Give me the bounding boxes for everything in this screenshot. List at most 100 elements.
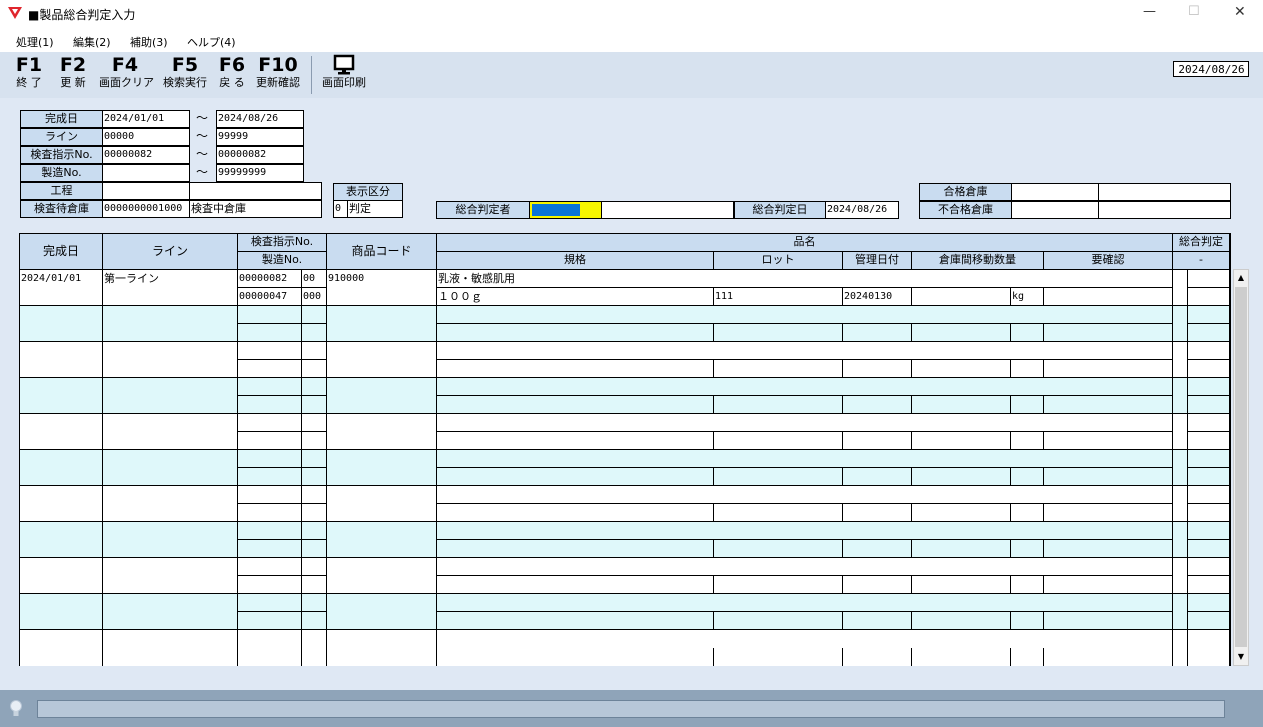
cell-judgment-a[interactable] [1188,306,1230,324]
cell-needs-check[interactable] [1044,576,1173,594]
cell-manufacture-no[interactable] [238,468,302,486]
cell-product-code[interactable] [327,450,437,486]
cell-product-name[interactable] [437,306,1173,324]
cell-qty[interactable] [912,360,1011,378]
cell-unit[interactable] [1011,360,1044,378]
cell-manufacture-no[interactable] [238,504,302,522]
cell-completion-date[interactable] [20,342,103,378]
cell-inspection-no[interactable] [238,342,302,360]
cell-judgment-b[interactable] [1188,360,1230,378]
cell-judgment-b[interactable] [1188,396,1230,414]
cell-manufacture-seq[interactable] [302,648,327,666]
cell-lot[interactable]: 111 [714,288,843,306]
cell-mgmt-date[interactable] [843,396,912,414]
cell-product-code[interactable] [327,342,437,378]
scroll-down-arrow-icon[interactable]: ▼ [1234,649,1248,665]
cell-unit[interactable] [1011,432,1044,450]
cell-unit[interactable] [1011,648,1044,666]
cell-lot[interactable] [714,432,843,450]
cell-spec[interactable] [437,324,714,342]
cell-judgment[interactable] [1173,522,1188,558]
cell-qty[interactable] [912,288,1011,306]
menu-edit[interactable]: 編集(2) [73,34,111,50]
cell-spec[interactable] [437,540,714,558]
cell-completion-date[interactable] [20,522,103,558]
cell-judgment[interactable] [1173,342,1188,378]
cell-manufacture-no[interactable] [238,612,302,630]
cell-spec[interactable] [437,612,714,630]
cell-unit[interactable] [1011,504,1044,522]
close-button[interactable]: ✕ [1234,4,1246,20]
cell-manufacture-seq[interactable] [302,540,327,558]
cell-judgment-a[interactable] [1188,522,1230,540]
cell-manufacture-seq[interactable] [302,360,327,378]
cell-judgment-a[interactable] [1188,594,1230,612]
menu-assist[interactable]: 補助(3) [130,34,168,50]
f4-clear-button[interactable]: F4 画面クリア [99,54,154,90]
cell-line[interactable] [103,306,238,342]
scroll-thumb[interactable] [1235,287,1247,647]
cell-manufacture-no[interactable] [238,576,302,594]
cell-judgment-b[interactable] [1188,468,1230,486]
cell-unit[interactable]: kg [1011,288,1044,306]
cell-qty[interactable] [912,648,1011,666]
cell-spec[interactable] [437,468,714,486]
cell-line[interactable] [103,522,238,558]
cell-lot[interactable] [714,540,843,558]
cell-inspection-no[interactable] [238,450,302,468]
vertical-scrollbar[interactable]: ▲ ▼ [1233,269,1249,666]
cell-line[interactable] [103,594,238,630]
inspection-no-to-input[interactable]: 00000082 [216,146,304,164]
cell-inspection-no[interactable] [238,522,302,540]
cell-product-name[interactable] [437,522,1173,540]
cell-product-code[interactable] [327,306,437,342]
table-row[interactable] [20,450,1230,486]
cell-mgmt-date[interactable] [843,324,912,342]
pass-warehouse-code-input[interactable] [1011,183,1099,201]
cell-inspection-seq[interactable] [302,414,327,432]
cell-spec[interactable] [437,396,714,414]
cell-judgment-a[interactable] [1188,414,1230,432]
cell-mgmt-date[interactable] [843,540,912,558]
cell-product-name[interactable] [437,342,1173,360]
cell-needs-check[interactable] [1044,612,1173,630]
cell-product-name[interactable] [437,630,1173,648]
cell-product-name[interactable] [437,378,1173,396]
cell-completion-date[interactable] [20,306,103,342]
inspection-no-from-input[interactable]: 00000082 [102,146,190,164]
cell-product-name[interactable] [437,450,1173,468]
cell-mgmt-date[interactable] [843,648,912,666]
cell-manufacture-no[interactable] [238,648,302,666]
cell-spec[interactable] [437,648,714,666]
cell-line[interactable] [103,450,238,486]
f5-search-button[interactable]: F5 検索実行 [160,54,210,90]
table-row[interactable] [20,414,1230,450]
cell-line[interactable] [103,342,238,378]
cell-judgment[interactable] [1173,630,1188,666]
cell-lot[interactable] [714,360,843,378]
minimize-button[interactable]: — [1143,4,1156,19]
cell-completion-date[interactable] [20,378,103,414]
table-row[interactable] [20,486,1230,522]
cell-judgment[interactable] [1173,306,1188,342]
cell-lot[interactable] [714,612,843,630]
cell-needs-check[interactable] [1044,504,1173,522]
line-from-input[interactable]: 00000 [102,128,190,146]
cell-judgment-a[interactable] [1188,630,1230,648]
cell-lot[interactable] [714,504,843,522]
cell-line[interactable] [103,558,238,594]
cell-judgment-a[interactable] [1188,342,1230,360]
cell-judgment-b[interactable] [1188,288,1230,306]
f2-update-button[interactable]: F2 更 新 [55,54,91,90]
cell-lot[interactable] [714,396,843,414]
manufacture-no-to-input[interactable]: 99999999 [216,164,304,182]
cell-inspection-seq[interactable] [302,630,327,648]
cell-inspection-no[interactable] [238,378,302,396]
cell-product-code[interactable] [327,486,437,522]
cell-mgmt-date[interactable] [843,576,912,594]
cell-judgment-b[interactable] [1188,504,1230,522]
cell-qty[interactable] [912,576,1011,594]
cell-needs-check[interactable] [1044,468,1173,486]
cell-spec[interactable] [437,504,714,522]
cell-qty[interactable] [912,396,1011,414]
